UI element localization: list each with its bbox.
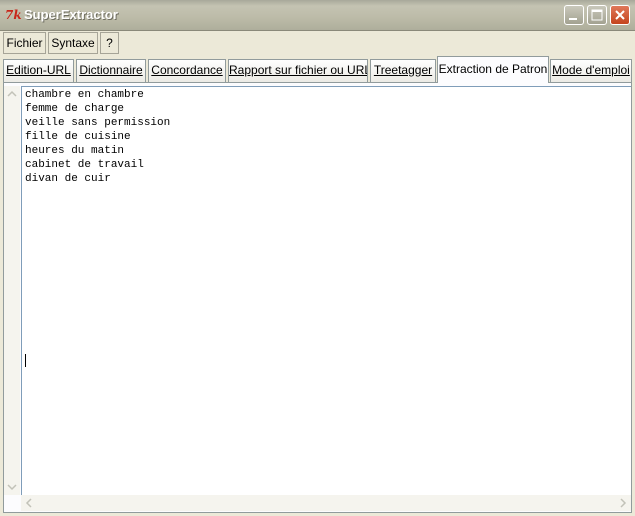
tab-dictionnaire[interactable]: Dictionnaire: [76, 59, 146, 82]
horizontal-scrollbar[interactable]: [21, 495, 631, 511]
scroll-left-icon[interactable]: [21, 495, 37, 511]
tab-extraction-de-patron[interactable]: Extraction de Patron: [437, 56, 549, 83]
scroll-down-icon[interactable]: [4, 479, 20, 495]
minimize-button[interactable]: [564, 5, 584, 25]
scroll-right-icon[interactable]: [615, 495, 631, 511]
tab-rapport[interactable]: Rapport sur fichier ou URL: [228, 59, 368, 82]
tab-edition-url[interactable]: Edition-URL: [3, 59, 74, 82]
scroll-up-icon[interactable]: [4, 86, 20, 102]
menu-syntaxe[interactable]: Syntaxe: [48, 32, 98, 54]
tab-bar: Edition-URL Dictionnaire Concordance Rap…: [0, 56, 635, 83]
text-line: femme de charge: [25, 103, 125, 115]
menu-bar: Fichier Syntaxe ?: [0, 30, 635, 56]
text-line: veille sans permission: [25, 117, 171, 129]
close-button[interactable]: [610, 5, 630, 25]
menu-help[interactable]: ?: [100, 32, 119, 54]
maximize-button[interactable]: [587, 5, 607, 25]
minimize-icon: [569, 18, 577, 20]
close-icon: [615, 10, 625, 20]
text-line: heures du matin: [25, 145, 125, 157]
text-caret: [25, 354, 26, 367]
text-line: cabinet de travail: [25, 159, 144, 171]
window-title: SuperExtractor: [24, 7, 118, 22]
menu-fichier[interactable]: Fichier: [3, 32, 46, 54]
pattern-text-area[interactable]: chambre en chambre femme de charge veill…: [21, 86, 631, 495]
tab-treetagger[interactable]: Treetagger: [370, 59, 436, 82]
vertical-scrollbar[interactable]: [4, 86, 20, 495]
maximize-icon: [591, 9, 603, 21]
tab-mode-d-emploi[interactable]: Mode d'emploi: [550, 59, 632, 82]
text-line: chambre en chambre: [25, 89, 144, 101]
tk-feather-icon: 7k: [5, 8, 22, 22]
text-line: divan de cuir: [25, 173, 111, 185]
tab-concordance[interactable]: Concordance: [148, 59, 226, 82]
text-line: fille de cuisine: [25, 131, 131, 143]
title-bar[interactable]: 7k SuperExtractor: [0, 0, 635, 31]
